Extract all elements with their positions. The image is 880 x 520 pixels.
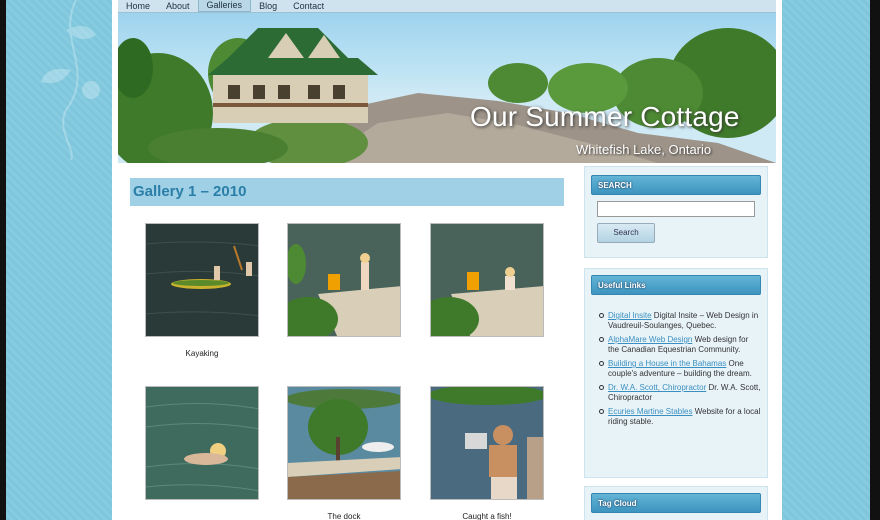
link-alphamare[interactable]: AlphaMare Web Design (608, 335, 692, 344)
search-button[interactable]: Search (597, 223, 655, 243)
gallery-thumb-dock-sitting[interactable] (430, 223, 544, 337)
bullet-icon (599, 409, 604, 414)
useful-links-list: Digital Insite Digital Insite – Web Desi… (599, 311, 761, 431)
browser-viewport: Home About Galleries Blog Contact Our Su… (6, 0, 870, 520)
useful-links-header: Useful Links (591, 275, 761, 295)
link-digital-insite[interactable]: Digital Insite (608, 311, 652, 320)
gallery-caption: Kayaking (185, 349, 219, 358)
list-item: Building a House in the Bahamas One coup… (599, 359, 761, 379)
bullet-icon (599, 385, 604, 390)
nav-blog[interactable]: Blog (251, 0, 285, 12)
link-ecuries-martine[interactable]: Ecuries Martine Stables (608, 407, 692, 416)
nav-contact[interactable]: Contact (285, 0, 332, 12)
nav-galleries[interactable]: Galleries (197, 0, 252, 12)
list-item: Digital Insite Digital Insite – Web Desi… (599, 311, 761, 331)
bullet-icon (599, 313, 604, 318)
list-item: Dr. W.A. Scott, Chiropractor Dr. W.A. Sc… (599, 383, 761, 403)
search-widget-header: SEARCH (591, 175, 761, 195)
tag-cloud-heading: Tag Cloud (598, 499, 637, 508)
tag-cloud-widget: Tag Cloud (584, 486, 768, 520)
list-item: AlphaMare Web Design Web design for the … (599, 335, 761, 355)
page-container: Home About Galleries Blog Contact Our Su… (112, 0, 782, 520)
header-banner: Our Summer Cottage Whitefish Lake, Ontar… (118, 13, 776, 163)
gallery-thumb-dock-kids[interactable] (287, 223, 401, 337)
search-widget: SEARCH Search (584, 166, 768, 258)
useful-links-widget: Useful Links Digital Insite Digital Insi… (584, 268, 768, 478)
useful-links-heading: Useful Links (598, 281, 646, 290)
main-nav: Home About Galleries Blog Contact (118, 0, 332, 12)
list-item: Ecuries Martine Stables Website for a lo… (599, 407, 761, 427)
floral-decoration (41, 0, 100, 160)
bullet-icon (599, 361, 604, 366)
tag-cloud-header: Tag Cloud (591, 493, 761, 513)
search-heading: SEARCH (598, 181, 632, 190)
bullet-icon (599, 337, 604, 342)
gallery-thumb-kayaking[interactable] (145, 223, 259, 337)
link-dr-scott[interactable]: Dr. W.A. Scott, Chiropractor (608, 383, 706, 392)
search-input[interactable] (597, 201, 755, 217)
gallery-heading: Gallery 1 – 2010 (133, 183, 247, 200)
gallery-thumb-swimming[interactable] (145, 386, 259, 500)
gallery-caption: The dock (327, 512, 361, 520)
gallery-thumb-the-dock[interactable] (287, 386, 401, 500)
nav-home[interactable]: Home (118, 0, 158, 12)
link-bahamas-house[interactable]: Building a House in the Bahamas (608, 359, 726, 368)
gallery-heading-band: Gallery 1 – 2010 (130, 178, 564, 206)
gallery-thumb-caught-fish[interactable] (430, 386, 544, 500)
site-subtitle: Whitefish Lake, Ontario (576, 142, 712, 157)
cottage-banner-image (118, 28, 776, 163)
site-title: Our Summer Cottage (470, 101, 740, 132)
gallery-caption: Caught a fish! (462, 512, 512, 520)
nav-about[interactable]: About (158, 0, 198, 12)
